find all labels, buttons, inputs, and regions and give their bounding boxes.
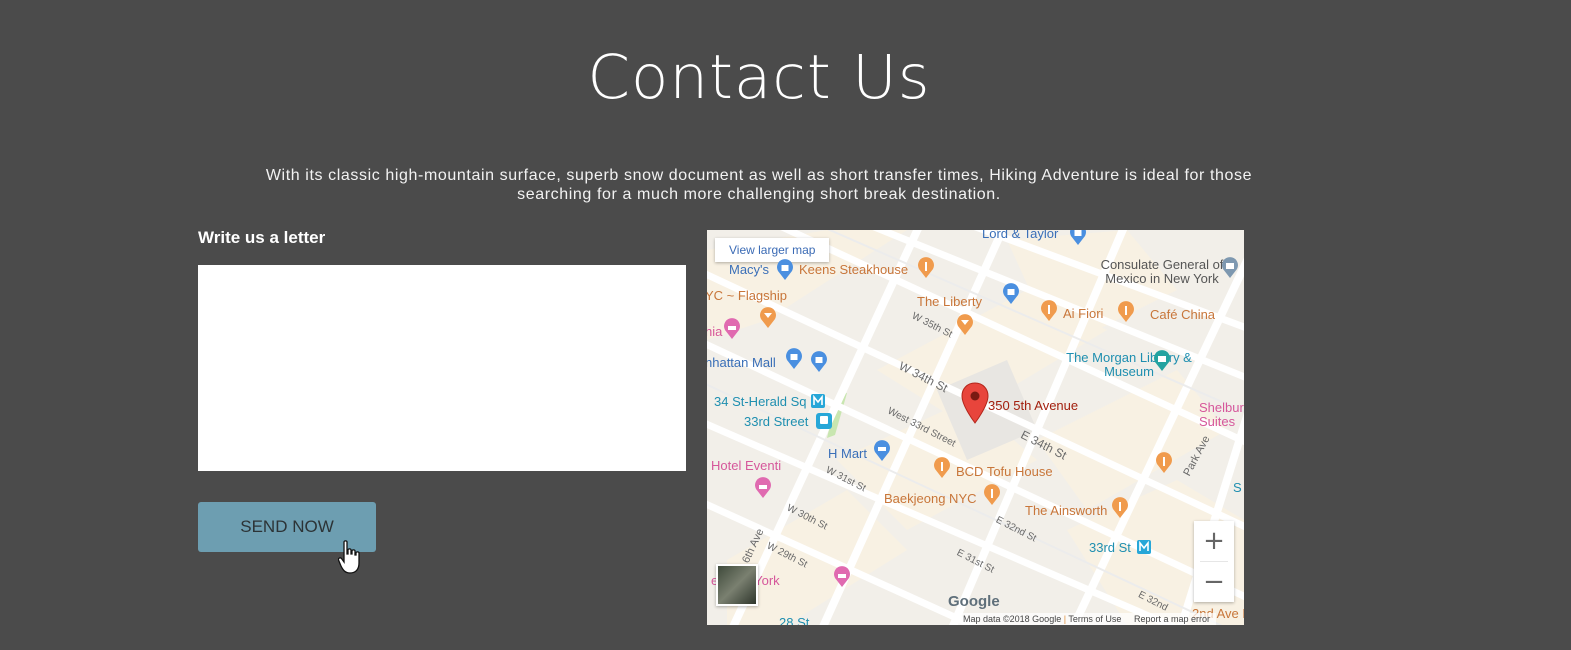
- marker-label[interactable]: 350 5th Avenue: [988, 398, 1078, 413]
- map-place-the-liberty[interactable]: The Liberty: [917, 294, 982, 309]
- subway-icon[interactable]: [1137, 540, 1151, 554]
- map-place-cafe-china[interactable]: Café China: [1150, 307, 1215, 322]
- bar-icon[interactable]: [956, 314, 974, 336]
- letter-textarea[interactable]: [198, 265, 686, 471]
- intro-text: With its classic high-mountain surface, …: [265, 167, 1253, 203]
- form-heading: Write us a letter: [198, 228, 326, 247]
- restaurant-icon[interactable]: [1111, 497, 1129, 519]
- location-marker-icon[interactable]: [961, 382, 989, 424]
- restaurant-icon[interactable]: [983, 484, 1001, 506]
- shopping-bag-icon[interactable]: [776, 259, 794, 281]
- satellite-view-toggle[interactable]: [716, 564, 758, 606]
- bar-icon[interactable]: [759, 307, 777, 329]
- shopping-bag-icon[interactable]: [810, 351, 828, 373]
- zoom-in-button[interactable]: +: [1194, 521, 1234, 561]
- hotel-icon[interactable]: [754, 477, 772, 499]
- view-larger-map-link[interactable]: View larger map: [715, 238, 830, 262]
- map-zoom-controls: + −: [1194, 521, 1234, 602]
- map-place-shelburne[interactable]: Shelbur Suites: [1199, 401, 1244, 429]
- page-title: Contact Us: [587, 42, 931, 113]
- map-place-33rd-street[interactable]: 33rd Street: [744, 414, 808, 429]
- train-icon[interactable]: [816, 413, 832, 429]
- shopping-bag-icon[interactable]: [1002, 283, 1020, 305]
- restaurant-icon[interactable]: [917, 257, 935, 279]
- hotel-icon[interactable]: [723, 318, 741, 340]
- map-place-lord-taylor[interactable]: Lord & Taylor: [982, 230, 1058, 241]
- hand-cursor-icon: [338, 540, 360, 574]
- map-place-consulate[interactable]: Consulate General of Mexico in New York: [1087, 258, 1237, 286]
- google-logo[interactable]: Google: [948, 593, 1000, 610]
- map-data-text: Map data ©2018 Google: [963, 614, 1062, 624]
- map-place-33rd-st[interactable]: 33rd St: [1089, 540, 1131, 555]
- restaurant-icon[interactable]: [933, 457, 951, 479]
- map-place-macys[interactable]: Macy's: [729, 262, 769, 277]
- map-place-flagship[interactable]: YC ~ Flagship: [707, 288, 787, 303]
- museum-icon[interactable]: [1153, 350, 1171, 372]
- shopping-cart-icon[interactable]: [873, 440, 891, 462]
- map-place-the-ainsworth[interactable]: The Ainsworth: [1025, 503, 1107, 518]
- restaurant-icon[interactable]: [1155, 452, 1173, 474]
- map-place-herald-sq[interactable]: 34 St-Herald Sq: [714, 394, 807, 409]
- hotel-icon[interactable]: [833, 566, 851, 588]
- shopping-bag-icon[interactable]: [1069, 230, 1087, 246]
- map-place-hotel-eventi[interactable]: Hotel Eventi: [711, 458, 781, 473]
- map-place-ai-fiori[interactable]: Ai Fiori: [1063, 306, 1103, 321]
- shopping-bag-icon[interactable]: [785, 348, 803, 370]
- map-place-keens-steakhouse[interactable]: Keens Steakhouse: [799, 262, 908, 277]
- map-place-manhattan-mall[interactable]: nhattan Mall: [707, 355, 776, 370]
- zoom-out-button[interactable]: −: [1194, 562, 1234, 602]
- restaurant-icon[interactable]: [1117, 301, 1135, 323]
- map-place-hia[interactable]: hia: [707, 324, 722, 339]
- map-place-baekjeong[interactable]: Baekjeong NYC: [884, 491, 977, 506]
- map-place-h-mart[interactable]: H Mart: [828, 446, 867, 461]
- map-place-bcd-tofu[interactable]: BCD Tofu House: [956, 464, 1053, 479]
- terms-of-use-link[interactable]: Terms of Use: [1068, 614, 1121, 624]
- subway-icon[interactable]: [811, 394, 825, 408]
- restaurant-icon[interactable]: [1040, 300, 1058, 322]
- attribution-spacer: [1124, 614, 1132, 624]
- map-place-morgan-library[interactable]: The Morgan Library & Museum: [1059, 351, 1199, 379]
- map-place-28-st[interactable]: 28 St: [779, 615, 809, 625]
- map-place-s[interactable]: S: [1233, 480, 1242, 495]
- map-embed[interactable]: View larger map Lord & Taylor Consulate …: [707, 230, 1244, 625]
- report-map-error-link[interactable]: Report a map error: [1134, 614, 1210, 624]
- map-attribution: Map data ©2018 Google | Terms of Use Rep…: [957, 613, 1216, 625]
- consulate-icon[interactable]: [1221, 257, 1239, 279]
